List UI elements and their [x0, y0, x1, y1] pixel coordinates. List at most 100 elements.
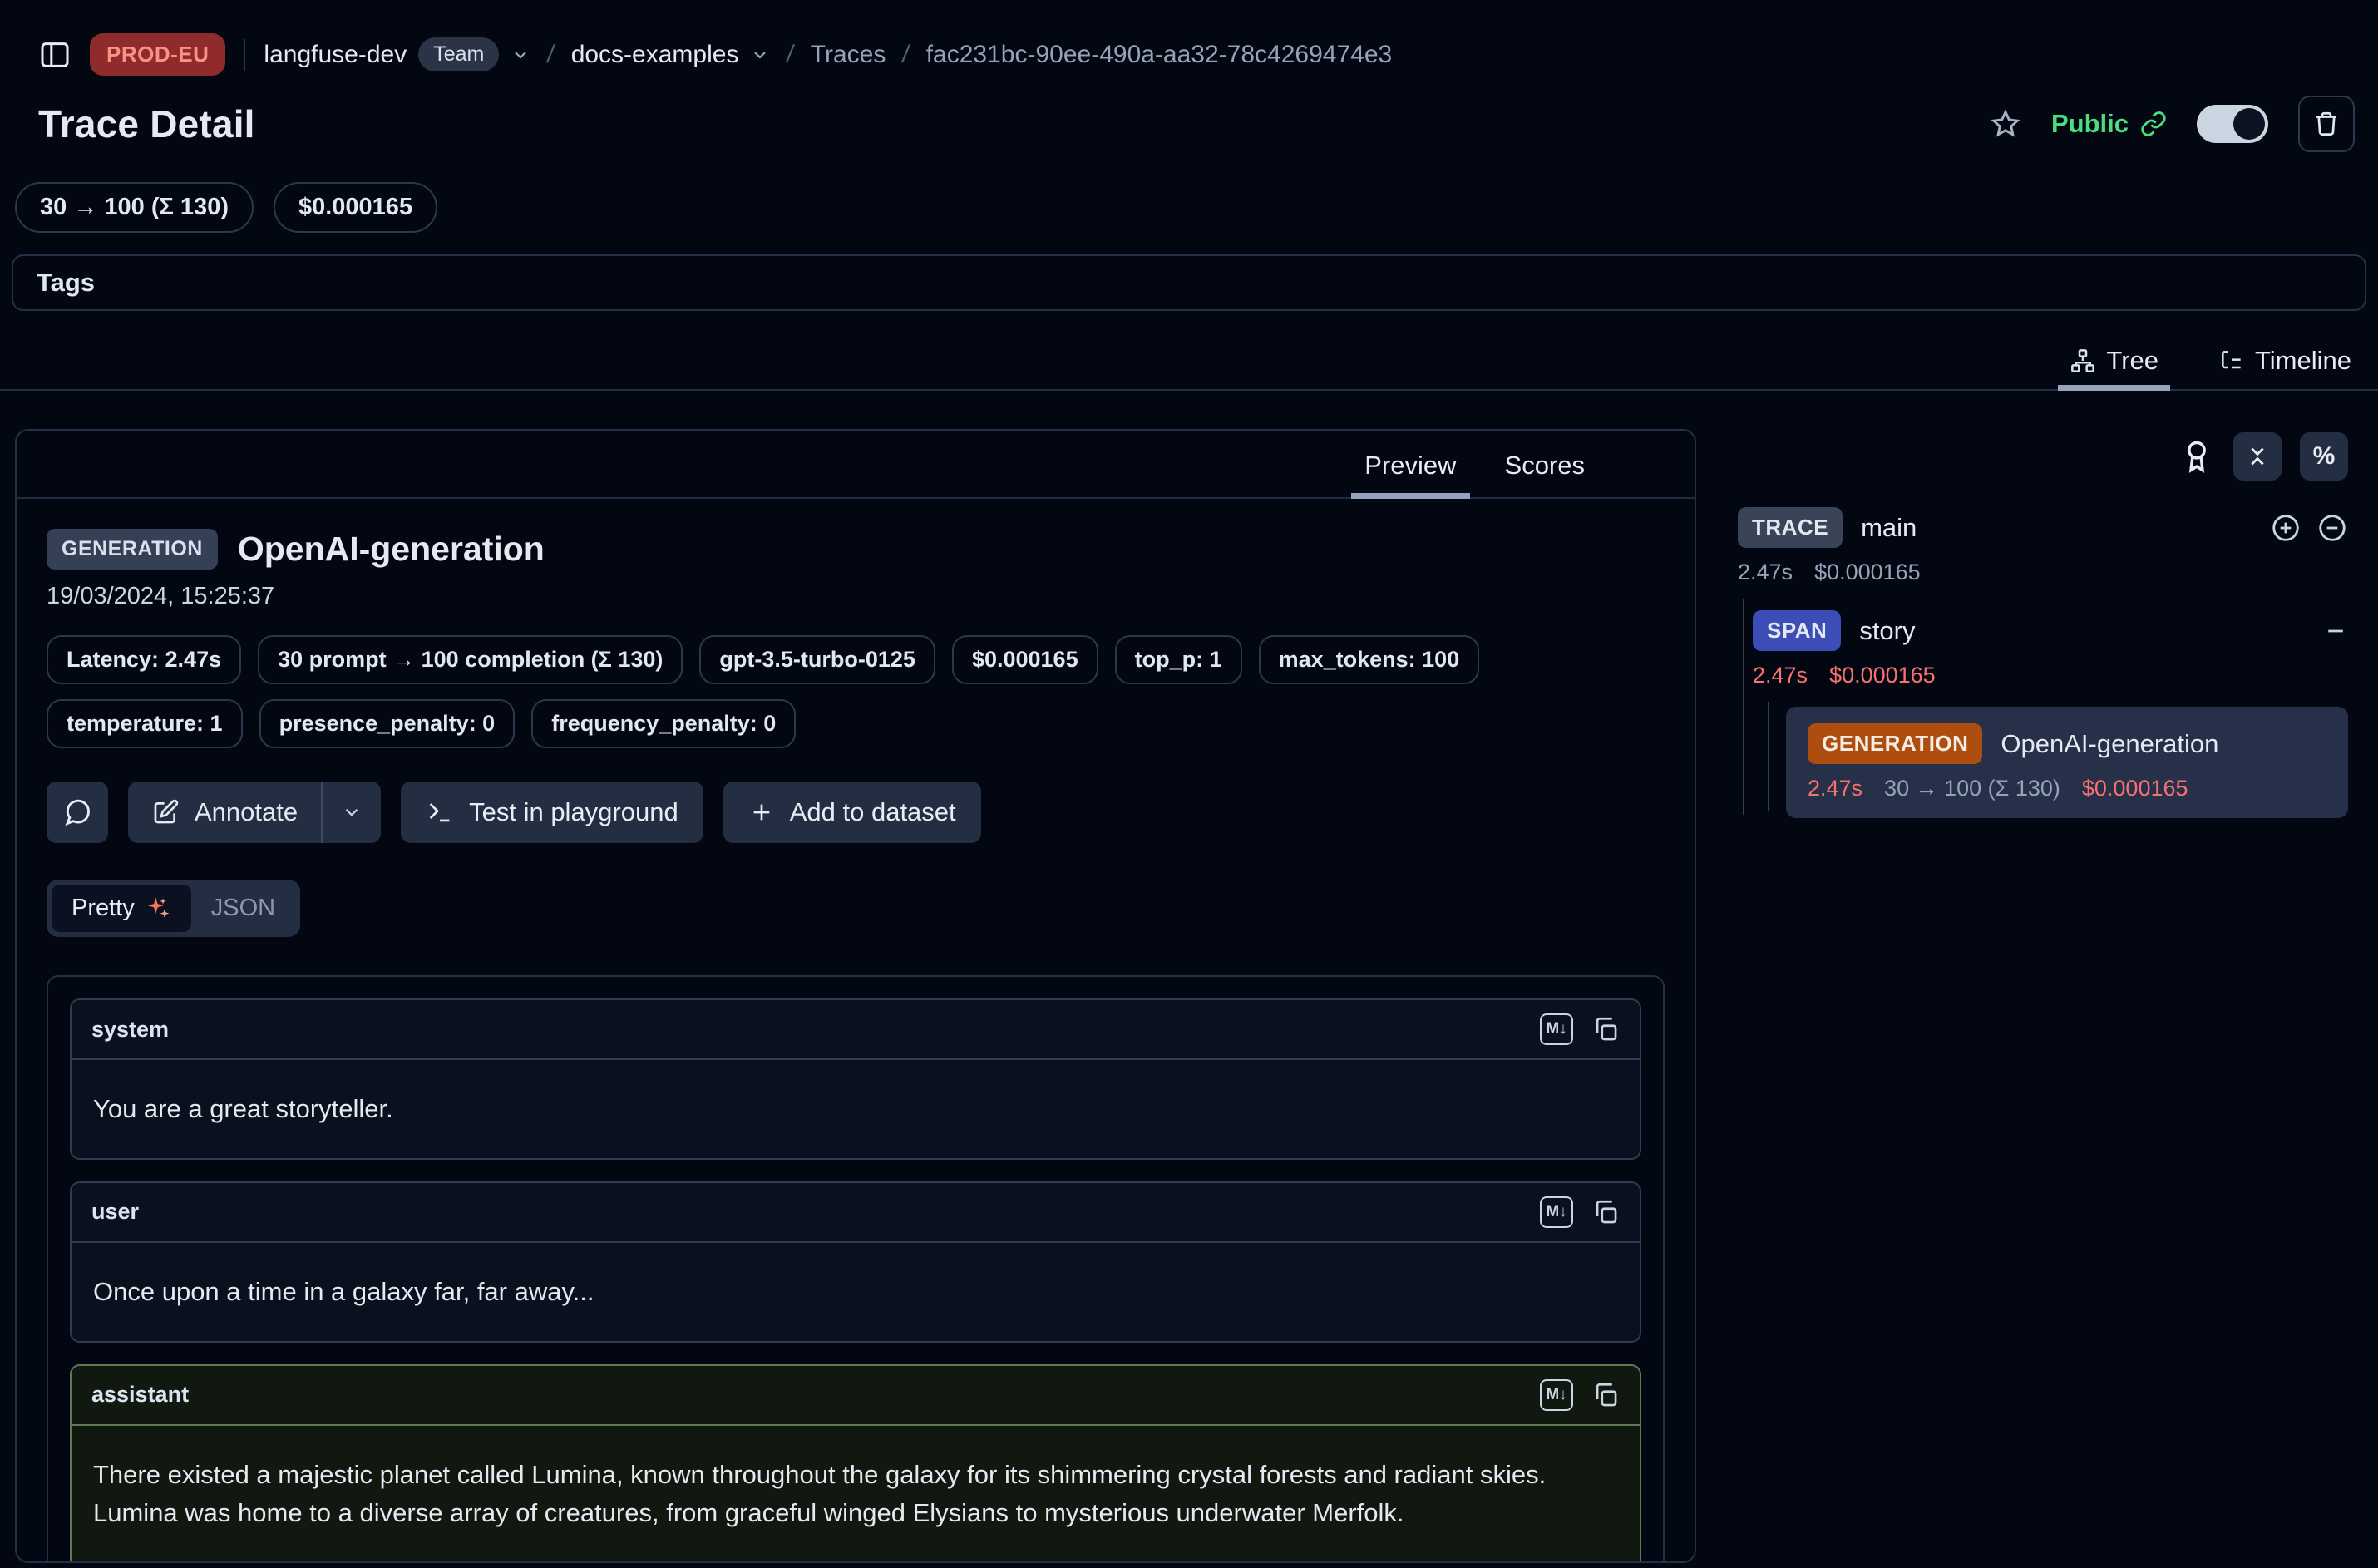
markdown-toggle-icon[interactable]: M↓ [1540, 1196, 1573, 1228]
breadcrumb-traces[interactable]: Traces [811, 41, 886, 69]
top-bar: PROD-EU langfuse-dev Team / docs-example… [0, 0, 2378, 76]
generation-node-header: GENERATION OpenAI-generation [1808, 723, 2326, 764]
delete-trace-button[interactable] [2298, 96, 2355, 152]
trace-latency: 2.47s [1738, 560, 1793, 585]
message-role: system [91, 1017, 169, 1043]
copy-icon[interactable] [1591, 1015, 1620, 1043]
markdown-toggle-icon[interactable]: M↓ [1540, 1013, 1573, 1045]
span-latency: 2.47s [1753, 663, 1808, 688]
public-link[interactable]: Public [2051, 109, 2167, 139]
copy-icon[interactable] [1591, 1381, 1620, 1409]
span-node[interactable]: SPAN story [1753, 610, 2348, 651]
observation-metadata-chips: Latency: 2.47s 30 prompt → 100 completio… [47, 635, 1665, 748]
message-header: assistant M↓ [72, 1366, 1640, 1426]
breadcrumb-separator: / [785, 41, 796, 69]
format-json-button[interactable]: JSON [191, 885, 295, 932]
tab-preview[interactable]: Preview [1346, 446, 1474, 497]
message-paragraph: At the heart of Lumina stood the towerin… [93, 1552, 1618, 1564]
message-header: system M↓ [72, 1000, 1640, 1060]
link-icon [2140, 111, 2167, 137]
chevron-down-icon [341, 801, 363, 823]
observation-timestamp: 19/03/2024, 15:25:37 [47, 583, 1665, 610]
fold-vertical-icon [2244, 443, 2271, 470]
trace-badge: TRACE [1738, 507, 1843, 548]
test-in-playground-button[interactable]: Test in playground [401, 782, 703, 843]
comment-icon [62, 797, 92, 827]
annotate-split-button: Annotate [128, 782, 381, 843]
observation-name: OpenAI-generation [238, 530, 545, 569]
observation-type-badge: GENERATION [47, 529, 218, 570]
chevron-down-icon[interactable] [750, 45, 770, 65]
model-chip[interactable]: gpt-3.5-turbo-0125 [699, 635, 935, 684]
max-tokens-chip: max_tokens: 100 [1259, 635, 1480, 684]
generation-subtree: GENERATION OpenAI-generation 2.47s 30 → … [1786, 707, 2348, 818]
messages-container: system M↓ You are a great storyteller. [47, 975, 1665, 1563]
sparkles-icon [145, 895, 171, 922]
environment-badge: PROD-EU [90, 33, 225, 76]
trace-cost: $0.000165 [1814, 560, 1921, 585]
test-in-playground-label: Test in playground [469, 797, 678, 827]
message-tools: M↓ [1540, 1013, 1620, 1045]
latency-chip: Latency: 2.47s [47, 635, 241, 684]
span-name: story [1859, 616, 1915, 646]
tab-tree[interactable]: Tree [2058, 339, 2170, 389]
generation-node-selected[interactable]: GENERATION OpenAI-generation 2.47s 30 → … [1786, 707, 2348, 818]
trace-metrics: 2.47s $0.000165 [1738, 560, 2348, 585]
tags-box[interactable]: Tags [12, 254, 2366, 311]
collapse-all-button[interactable] [2233, 432, 2282, 481]
generation-cost: $0.000165 [2082, 776, 2188, 801]
message-header: user M↓ [72, 1183, 1640, 1243]
span-badge: SPAN [1753, 610, 1841, 651]
markdown-toggle-icon[interactable]: M↓ [1540, 1379, 1573, 1411]
tab-timeline[interactable]: Timeline [2207, 339, 2363, 389]
generation-metrics: 2.47s 30 → 100 (Σ 130) $0.000165 [1808, 776, 2326, 801]
star-icon[interactable] [1990, 108, 2021, 140]
generation-name: OpenAI-generation [2001, 729, 2218, 759]
copy-icon[interactable] [1591, 1198, 1620, 1226]
panel-body: GENERATION OpenAI-generation 19/03/2024,… [17, 499, 1695, 1563]
metrics-toggle-button[interactable]: % [2300, 432, 2348, 481]
message-tools: M↓ [1540, 1196, 1620, 1228]
tags-label: Tags [37, 268, 95, 297]
content-area: Preview Scores GENERATION OpenAI-generat… [0, 429, 2378, 1563]
tab-scores[interactable]: Scores [1487, 446, 1603, 497]
trace-tree-panel: % TRACE main 2.47s $0.000165 [1738, 429, 2363, 818]
timeline-icon [2218, 348, 2245, 374]
annotate-dropdown-button[interactable] [323, 782, 381, 843]
title-row: Trace Detail Public [0, 76, 2378, 152]
chevron-down-icon[interactable] [511, 45, 530, 65]
topbar-divider [244, 39, 245, 71]
generation-latency: 2.47s [1808, 776, 1862, 801]
trace-summary-badges: 30 → 100 (Σ 130) $0.000165 [0, 152, 2378, 233]
message-role: assistant [91, 1382, 189, 1408]
format-pretty-button[interactable]: Pretty [52, 885, 191, 932]
plus-icon [748, 799, 775, 826]
collapse-node-icon[interactable] [2323, 619, 2348, 643]
breadcrumb: langfuse-dev Team / docs-examples / Trac… [264, 37, 1392, 71]
public-toggle[interactable] [2197, 105, 2268, 143]
panel-tabs: Preview Scores [17, 431, 1695, 499]
breadcrumb-trace-id: fac231bc-90ee-490a-aa32-78c4269474e3 [926, 41, 1392, 69]
breadcrumb-separator: / [900, 41, 911, 69]
breadcrumb-org[interactable]: langfuse-dev [264, 41, 407, 69]
annotate-button[interactable]: Annotate [128, 782, 321, 843]
circle-minus-icon[interactable] [2316, 512, 2348, 544]
view-tabs: Tree Timeline [0, 339, 2378, 391]
message-user: user M↓ Once upon a time in a galaxy far… [70, 1181, 1641, 1343]
sidebar-toggle-icon[interactable] [38, 38, 72, 71]
annotate-icon [151, 798, 180, 826]
award-icon[interactable] [2178, 438, 2215, 475]
comment-button[interactable] [47, 782, 108, 843]
tree-expand-controls [2270, 512, 2348, 544]
cost-badge: $0.000165 [274, 182, 437, 233]
frequency-penalty-chip: frequency_penalty: 0 [531, 699, 796, 748]
span-subtree: SPAN story 2.47s $0.000165 GENERATION [1753, 610, 2348, 818]
circle-plus-icon[interactable] [2270, 512, 2302, 544]
add-to-dataset-button[interactable]: Add to dataset [723, 782, 981, 843]
trace-node[interactable]: TRACE main [1738, 507, 2348, 548]
tab-timeline-label: Timeline [2255, 346, 2351, 376]
presence-penalty-chip: presence_penalty: 0 [259, 699, 516, 748]
message-paragraph: You are a great storyteller. [93, 1090, 1618, 1128]
trace-name: main [1861, 513, 1917, 543]
breadcrumb-project[interactable]: docs-examples [571, 41, 739, 69]
